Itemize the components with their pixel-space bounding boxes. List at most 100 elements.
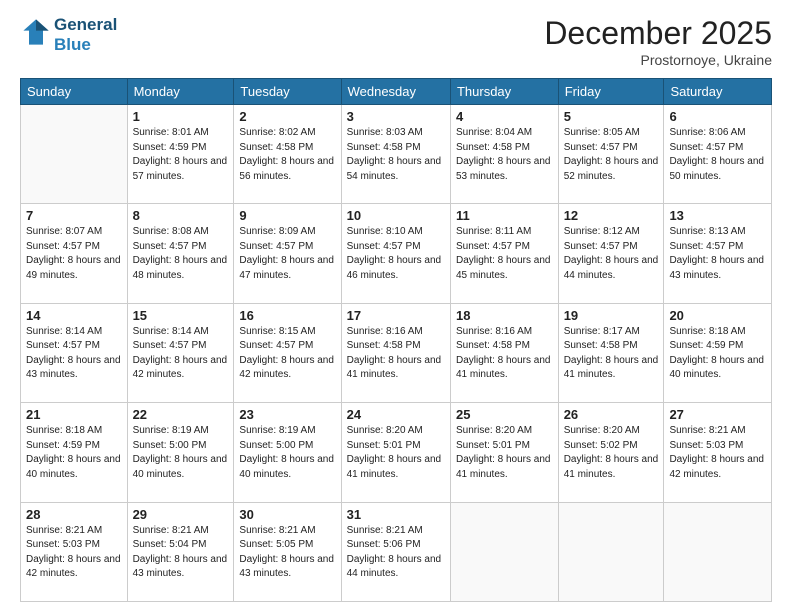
day-number: 23 bbox=[239, 407, 335, 422]
calendar-cell: 5 Sunrise: 8:05 AMSunset: 4:57 PMDaylight… bbox=[558, 105, 664, 204]
day-detail: Sunrise: 8:20 AMSunset: 5:01 PMDaylight:… bbox=[347, 424, 445, 482]
calendar-cell: 20Sunrise: 8:18 AMSunset: 4:59 PMDayligh… bbox=[664, 303, 772, 402]
day-number: 17 bbox=[347, 308, 445, 323]
calendar-cell: 13 Sunrise: 8:13 AMSunset: 4:57 PMDayligh… bbox=[664, 204, 772, 303]
day-number: 8 bbox=[133, 208, 229, 223]
title-area: December 2025 Prostornoye, Ukraine bbox=[544, 15, 772, 68]
calendar-cell: 1 Sunrise: 8:01 AMSunset: 4:59 PMDaylight… bbox=[127, 105, 234, 204]
day-number: 28 bbox=[26, 507, 122, 522]
day-number: 22 bbox=[133, 407, 229, 422]
day-number: 5 bbox=[564, 109, 659, 124]
week-row-4: 21 Sunrise: 8:18 AMSunset: 4:59 PMDayligh… bbox=[21, 403, 772, 502]
day-detail: Sunrise: 8:16 AMSunset: 4:58 PMDaylight:… bbox=[456, 325, 553, 383]
day-number: 3 bbox=[347, 109, 445, 124]
day-number: 29 bbox=[133, 507, 229, 522]
calendar-cell bbox=[664, 502, 772, 601]
day-detail: Sunrise: 8:06 AMSunset: 4:57 PMDaylight:… bbox=[669, 126, 766, 184]
day-detail: Sunrise: 8:15 AMSunset: 4:57 PMDaylight:… bbox=[239, 325, 335, 383]
day-detail: Sunrise: 8:21 AMSunset: 5:03 PMDaylight:… bbox=[26, 524, 122, 582]
day-number: 24 bbox=[347, 407, 445, 422]
calendar-cell bbox=[558, 502, 664, 601]
week-row-5: 28 Sunrise: 8:21 AMSunset: 5:03 PMDayligh… bbox=[21, 502, 772, 601]
logo-line1: General bbox=[54, 15, 117, 35]
logo-line2: Blue bbox=[54, 35, 117, 55]
day-number: 21 bbox=[26, 407, 122, 422]
day-number: 30 bbox=[239, 507, 335, 522]
week-row-1: 1 Sunrise: 8:01 AMSunset: 4:59 PMDaylight… bbox=[21, 105, 772, 204]
day-number: 25 bbox=[456, 407, 553, 422]
day-number: 4 bbox=[456, 109, 553, 124]
calendar-cell: 28 Sunrise: 8:21 AMSunset: 5:03 PMDayligh… bbox=[21, 502, 128, 601]
header-row: SundayMondayTuesdayWednesdayThursdayFrid… bbox=[21, 79, 772, 105]
page: General Blue December 2025 Prostornoye, … bbox=[0, 0, 792, 612]
calendar-cell: 26Sunrise: 8:20 AMSunset: 5:02 PMDayligh… bbox=[558, 403, 664, 502]
calendar-cell bbox=[450, 502, 558, 601]
calendar-cell: 18 Sunrise: 8:16 AMSunset: 4:58 PMDayligh… bbox=[450, 303, 558, 402]
day-detail: Sunrise: 8:03 AMSunset: 4:58 PMDaylight:… bbox=[347, 126, 445, 184]
day-detail: Sunrise: 8:13 AMSunset: 4:57 PMDaylight:… bbox=[669, 225, 766, 283]
week-row-3: 14Sunrise: 8:14 AMSunset: 4:57 PMDayligh… bbox=[21, 303, 772, 402]
day-detail: Sunrise: 8:07 AMSunset: 4:57 PMDaylight:… bbox=[26, 225, 122, 283]
logo: General Blue bbox=[20, 15, 117, 54]
day-number: 10 bbox=[347, 208, 445, 223]
day-detail: Sunrise: 8:17 AMSunset: 4:58 PMDaylight:… bbox=[564, 325, 659, 383]
day-number: 6 bbox=[669, 109, 766, 124]
calendar-cell: 12 Sunrise: 8:12 AMSunset: 4:57 PMDayligh… bbox=[558, 204, 664, 303]
day-number: 19 bbox=[564, 308, 659, 323]
header-cell-saturday: Saturday bbox=[664, 79, 772, 105]
day-number: 12 bbox=[564, 208, 659, 223]
day-detail: Sunrise: 8:05 AMSunset: 4:57 PMDaylight:… bbox=[564, 126, 659, 184]
day-detail: Sunrise: 8:20 AMSunset: 5:02 PMDaylight:… bbox=[564, 424, 659, 482]
calendar-cell: 4 Sunrise: 8:04 AMSunset: 4:58 PMDaylight… bbox=[450, 105, 558, 204]
calendar-cell: 11Sunrise: 8:11 AMSunset: 4:57 PMDayligh… bbox=[450, 204, 558, 303]
location: Prostornoye, Ukraine bbox=[544, 52, 772, 68]
day-number: 2 bbox=[239, 109, 335, 124]
calendar-cell: 14Sunrise: 8:14 AMSunset: 4:57 PMDayligh… bbox=[21, 303, 128, 402]
day-number: 31 bbox=[347, 507, 445, 522]
calendar-cell: 3 Sunrise: 8:03 AMSunset: 4:58 PMDaylight… bbox=[341, 105, 450, 204]
day-detail: Sunrise: 8:21 AMSunset: 5:05 PMDaylight:… bbox=[239, 524, 335, 582]
calendar-cell bbox=[21, 105, 128, 204]
calendar-cell: 31 Sunrise: 8:21 AMSunset: 5:06 PMDayligh… bbox=[341, 502, 450, 601]
calendar-cell: 17 Sunrise: 8:16 AMSunset: 4:58 PMDayligh… bbox=[341, 303, 450, 402]
calendar-cell: 22Sunrise: 8:19 AMSunset: 5:00 PMDayligh… bbox=[127, 403, 234, 502]
day-number: 9 bbox=[239, 208, 335, 223]
day-detail: Sunrise: 8:21 AMSunset: 5:06 PMDaylight:… bbox=[347, 524, 445, 582]
day-number: 15 bbox=[133, 308, 229, 323]
calendar-cell: 30 Sunrise: 8:21 AMSunset: 5:05 PMDayligh… bbox=[234, 502, 341, 601]
day-detail: Sunrise: 8:09 AMSunset: 4:57 PMDaylight:… bbox=[239, 225, 335, 283]
calendar-table: SundayMondayTuesdayWednesdayThursdayFrid… bbox=[20, 78, 772, 602]
calendar-cell: 23Sunrise: 8:19 AMSunset: 5:00 PMDayligh… bbox=[234, 403, 341, 502]
calendar-cell: 24 Sunrise: 8:20 AMSunset: 5:01 PMDayligh… bbox=[341, 403, 450, 502]
day-detail: Sunrise: 8:16 AMSunset: 4:58 PMDaylight:… bbox=[347, 325, 445, 383]
header-cell-thursday: Thursday bbox=[450, 79, 558, 105]
day-number: 13 bbox=[669, 208, 766, 223]
day-detail: Sunrise: 8:21 AMSunset: 5:03 PMDaylight:… bbox=[669, 424, 766, 482]
day-detail: Sunrise: 8:14 AMSunset: 4:57 PMDaylight:… bbox=[26, 325, 122, 383]
calendar-cell: 29 Sunrise: 8:21 AMSunset: 5:04 PMDayligh… bbox=[127, 502, 234, 601]
day-detail: Sunrise: 8:10 AMSunset: 4:57 PMDaylight:… bbox=[347, 225, 445, 283]
day-detail: Sunrise: 8:11 AMSunset: 4:57 PMDaylight:… bbox=[456, 225, 553, 283]
day-number: 1 bbox=[133, 109, 229, 124]
day-detail: Sunrise: 8:21 AMSunset: 5:04 PMDaylight:… bbox=[133, 524, 229, 582]
calendar-cell: 19 Sunrise: 8:17 AMSunset: 4:58 PMDayligh… bbox=[558, 303, 664, 402]
header: General Blue December 2025 Prostornoye, … bbox=[20, 15, 772, 68]
calendar-cell: 21 Sunrise: 8:18 AMSunset: 4:59 PMDayligh… bbox=[21, 403, 128, 502]
header-cell-friday: Friday bbox=[558, 79, 664, 105]
day-number: 16 bbox=[239, 308, 335, 323]
calendar-cell: 2Sunrise: 8:02 AMSunset: 4:58 PMDaylight… bbox=[234, 105, 341, 204]
month-title: December 2025 bbox=[544, 15, 772, 52]
header-cell-sunday: Sunday bbox=[21, 79, 128, 105]
calendar-cell: 25 Sunrise: 8:20 AMSunset: 5:01 PMDayligh… bbox=[450, 403, 558, 502]
day-number: 18 bbox=[456, 308, 553, 323]
day-detail: Sunrise: 8:12 AMSunset: 4:57 PMDaylight:… bbox=[564, 225, 659, 283]
day-detail: Sunrise: 8:04 AMSunset: 4:58 PMDaylight:… bbox=[456, 126, 553, 184]
day-detail: Sunrise: 8:18 AMSunset: 4:59 PMDaylight:… bbox=[26, 424, 122, 482]
day-detail: Sunrise: 8:20 AMSunset: 5:01 PMDaylight:… bbox=[456, 424, 553, 482]
header-cell-tuesday: Tuesday bbox=[234, 79, 341, 105]
calendar-cell: 9 Sunrise: 8:09 AMSunset: 4:57 PMDaylight… bbox=[234, 204, 341, 303]
calendar-cell: 16 Sunrise: 8:15 AMSunset: 4:57 PMDayligh… bbox=[234, 303, 341, 402]
week-row-2: 7Sunrise: 8:07 AMSunset: 4:57 PMDaylight… bbox=[21, 204, 772, 303]
day-detail: Sunrise: 8:01 AMSunset: 4:59 PMDaylight:… bbox=[133, 126, 229, 184]
calendar-cell: 10 Sunrise: 8:10 AMSunset: 4:57 PMDayligh… bbox=[341, 204, 450, 303]
